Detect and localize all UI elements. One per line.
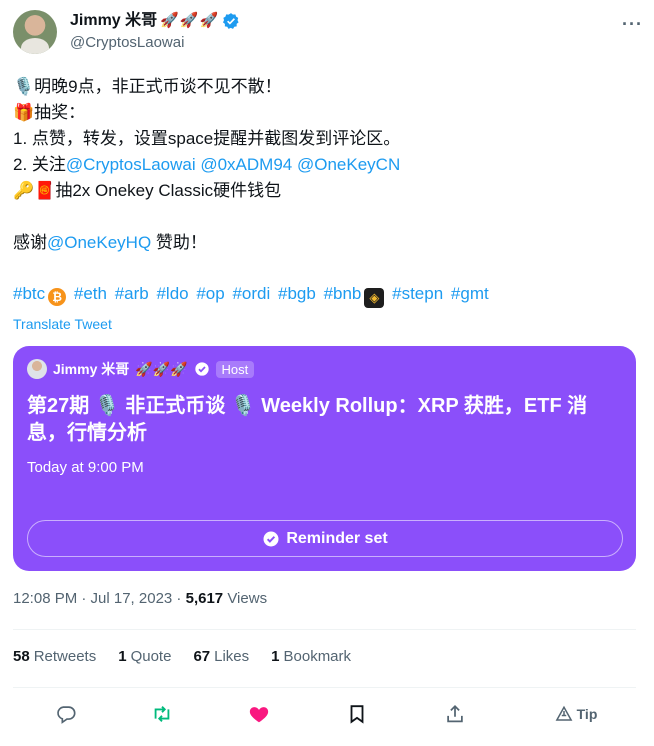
- rocket-emojis: 🚀🚀🚀: [160, 12, 220, 29]
- verified-badge-icon: [194, 362, 209, 376]
- author-names: Jimmy 米哥 🚀🚀🚀 @CryptosLaowai: [70, 11, 240, 53]
- check-circle-icon: [263, 531, 279, 546]
- hashtag-row: #btc ₿ #eth #arb #ldo #op #ordi #bgb #bnb…: [13, 284, 492, 308]
- bitcoin-icon: ₿: [48, 288, 67, 306]
- space-host-row: Jimmy 米哥 🚀🚀🚀 Host: [27, 359, 255, 379]
- retweets-stat[interactable]: 58 Retweets: [13, 648, 96, 665]
- tweet-line: 🎁抽奖：: [13, 103, 86, 122]
- views-label: Views: [223, 590, 268, 607]
- hashtag-link[interactable]: #bnb: [324, 284, 362, 303]
- retweet-button[interactable]: [149, 700, 175, 728]
- tweet-line-thanks: 感谢@OneKeyHQ 赞助！: [13, 230, 639, 256]
- display-name-text[interactable]: Jimmy 米哥: [70, 11, 157, 31]
- heart-icon: [249, 707, 269, 723]
- action-bar: Tip: [13, 700, 636, 730]
- bookmark-button[interactable]: [344, 700, 370, 728]
- hashtag-link[interactable]: #ordi: [232, 284, 270, 303]
- tweet-line: 1. 点赞，转发，设置space提醒并截图发到评论区。: [13, 129, 401, 148]
- bookmark-icon: [350, 705, 364, 724]
- tweet-timestamp[interactable]: 12:08 PM · Jul 17, 2023 · 5,617 Views: [13, 590, 267, 607]
- space-title: 第27期 🎙️ 非正式币谈 🎙️ Weekly Rollup：XRP 获胜，ET…: [27, 395, 588, 444]
- timestamp-text[interactable]: 12:08 PM · Jul 17, 2023 ·: [13, 590, 186, 607]
- verified-badge-icon: [223, 13, 239, 29]
- mention-link[interactable]: @0xADM94: [200, 155, 292, 174]
- hashtag-link[interactable]: #gmt: [451, 284, 489, 303]
- follow-prefix: 2. 关注: [13, 155, 66, 174]
- tweet-header: Jimmy 米哥 🚀🚀🚀 @CryptosLaowai ···: [13, 10, 643, 56]
- space-card[interactable]: Jimmy 米哥 🚀🚀🚀 Host 第27期 🎙️ 非正式币谈 🎙️ Weekl…: [13, 346, 636, 571]
- divider: [13, 629, 636, 630]
- host-avatar: [27, 359, 47, 379]
- share-button[interactable]: [442, 700, 468, 728]
- reminder-set-button[interactable]: Reminder set: [27, 520, 623, 557]
- tip-button[interactable]: Tip: [546, 700, 606, 728]
- space-time: Today at 9:00 PM: [27, 459, 144, 476]
- author-handle[interactable]: @CryptosLaowai: [70, 33, 240, 53]
- more-options-icon[interactable]: ···: [622, 14, 643, 35]
- views-count: 5,617: [185, 590, 224, 607]
- host-rocket-emojis: 🚀🚀🚀: [135, 360, 188, 377]
- tweet-line: 🎙️明晚9点，非正式币谈不见不散！: [13, 77, 282, 96]
- display-name[interactable]: Jimmy 米哥 🚀🚀🚀: [70, 11, 240, 31]
- retweet-icon: [154, 706, 170, 722]
- hashtag-link[interactable]: #arb: [115, 284, 149, 303]
- likes-stat[interactable]: 67 Likes: [193, 648, 249, 665]
- avatar[interactable]: [13, 10, 57, 54]
- translate-tweet-link[interactable]: Translate Tweet: [13, 316, 112, 332]
- share-icon: [447, 704, 463, 723]
- like-button[interactable]: [246, 700, 272, 728]
- hashtag-link[interactable]: #op: [196, 284, 224, 303]
- tip-icon: [555, 705, 573, 721]
- reply-button[interactable]: [53, 700, 79, 728]
- host-badge: Host: [215, 360, 255, 378]
- engagement-stats: 58 Retweets 1 Quote 67 Likes 1 Bookmark: [13, 648, 373, 665]
- hashtag-link[interactable]: #stepn: [392, 284, 443, 303]
- mention-link[interactable]: @OneKeyCN: [297, 155, 400, 174]
- mention-link[interactable]: @CryptosLaowai: [66, 155, 196, 174]
- divider: [13, 687, 636, 688]
- reminder-label: Reminder set: [286, 529, 388, 547]
- host-name: Jimmy 米哥: [53, 361, 130, 377]
- mention-link[interactable]: @OneKeyHQ: [47, 233, 151, 252]
- bookmarks-stat[interactable]: 1 Bookmark: [271, 648, 351, 665]
- quotes-stat[interactable]: 1 Quote: [118, 648, 171, 665]
- hashtag-link[interactable]: #btc: [13, 284, 45, 303]
- thanks-prefix: 感谢: [13, 233, 47, 252]
- hashtag-link[interactable]: #bgb: [278, 284, 316, 303]
- thanks-suffix: 赞助！: [151, 233, 207, 252]
- tweet-text: 🎙️明晚9点，非正式币谈不见不散！ 🎁抽奖： 1. 点赞，转发，设置space提…: [13, 74, 639, 256]
- tip-label: Tip: [576, 706, 598, 722]
- bnb-icon: ◈: [364, 288, 385, 308]
- tweet-line: 🔑🧧抽2x Onekey Classic硬件钱包: [13, 181, 282, 200]
- hashtag-link[interactable]: #eth: [74, 284, 107, 303]
- tweet-line-follow: 2. 关注@CryptosLaowai @0xADM94 @OneKeyCN: [13, 152, 639, 178]
- hashtag-link[interactable]: #ldo: [156, 284, 188, 303]
- reply-icon: [57, 706, 76, 724]
